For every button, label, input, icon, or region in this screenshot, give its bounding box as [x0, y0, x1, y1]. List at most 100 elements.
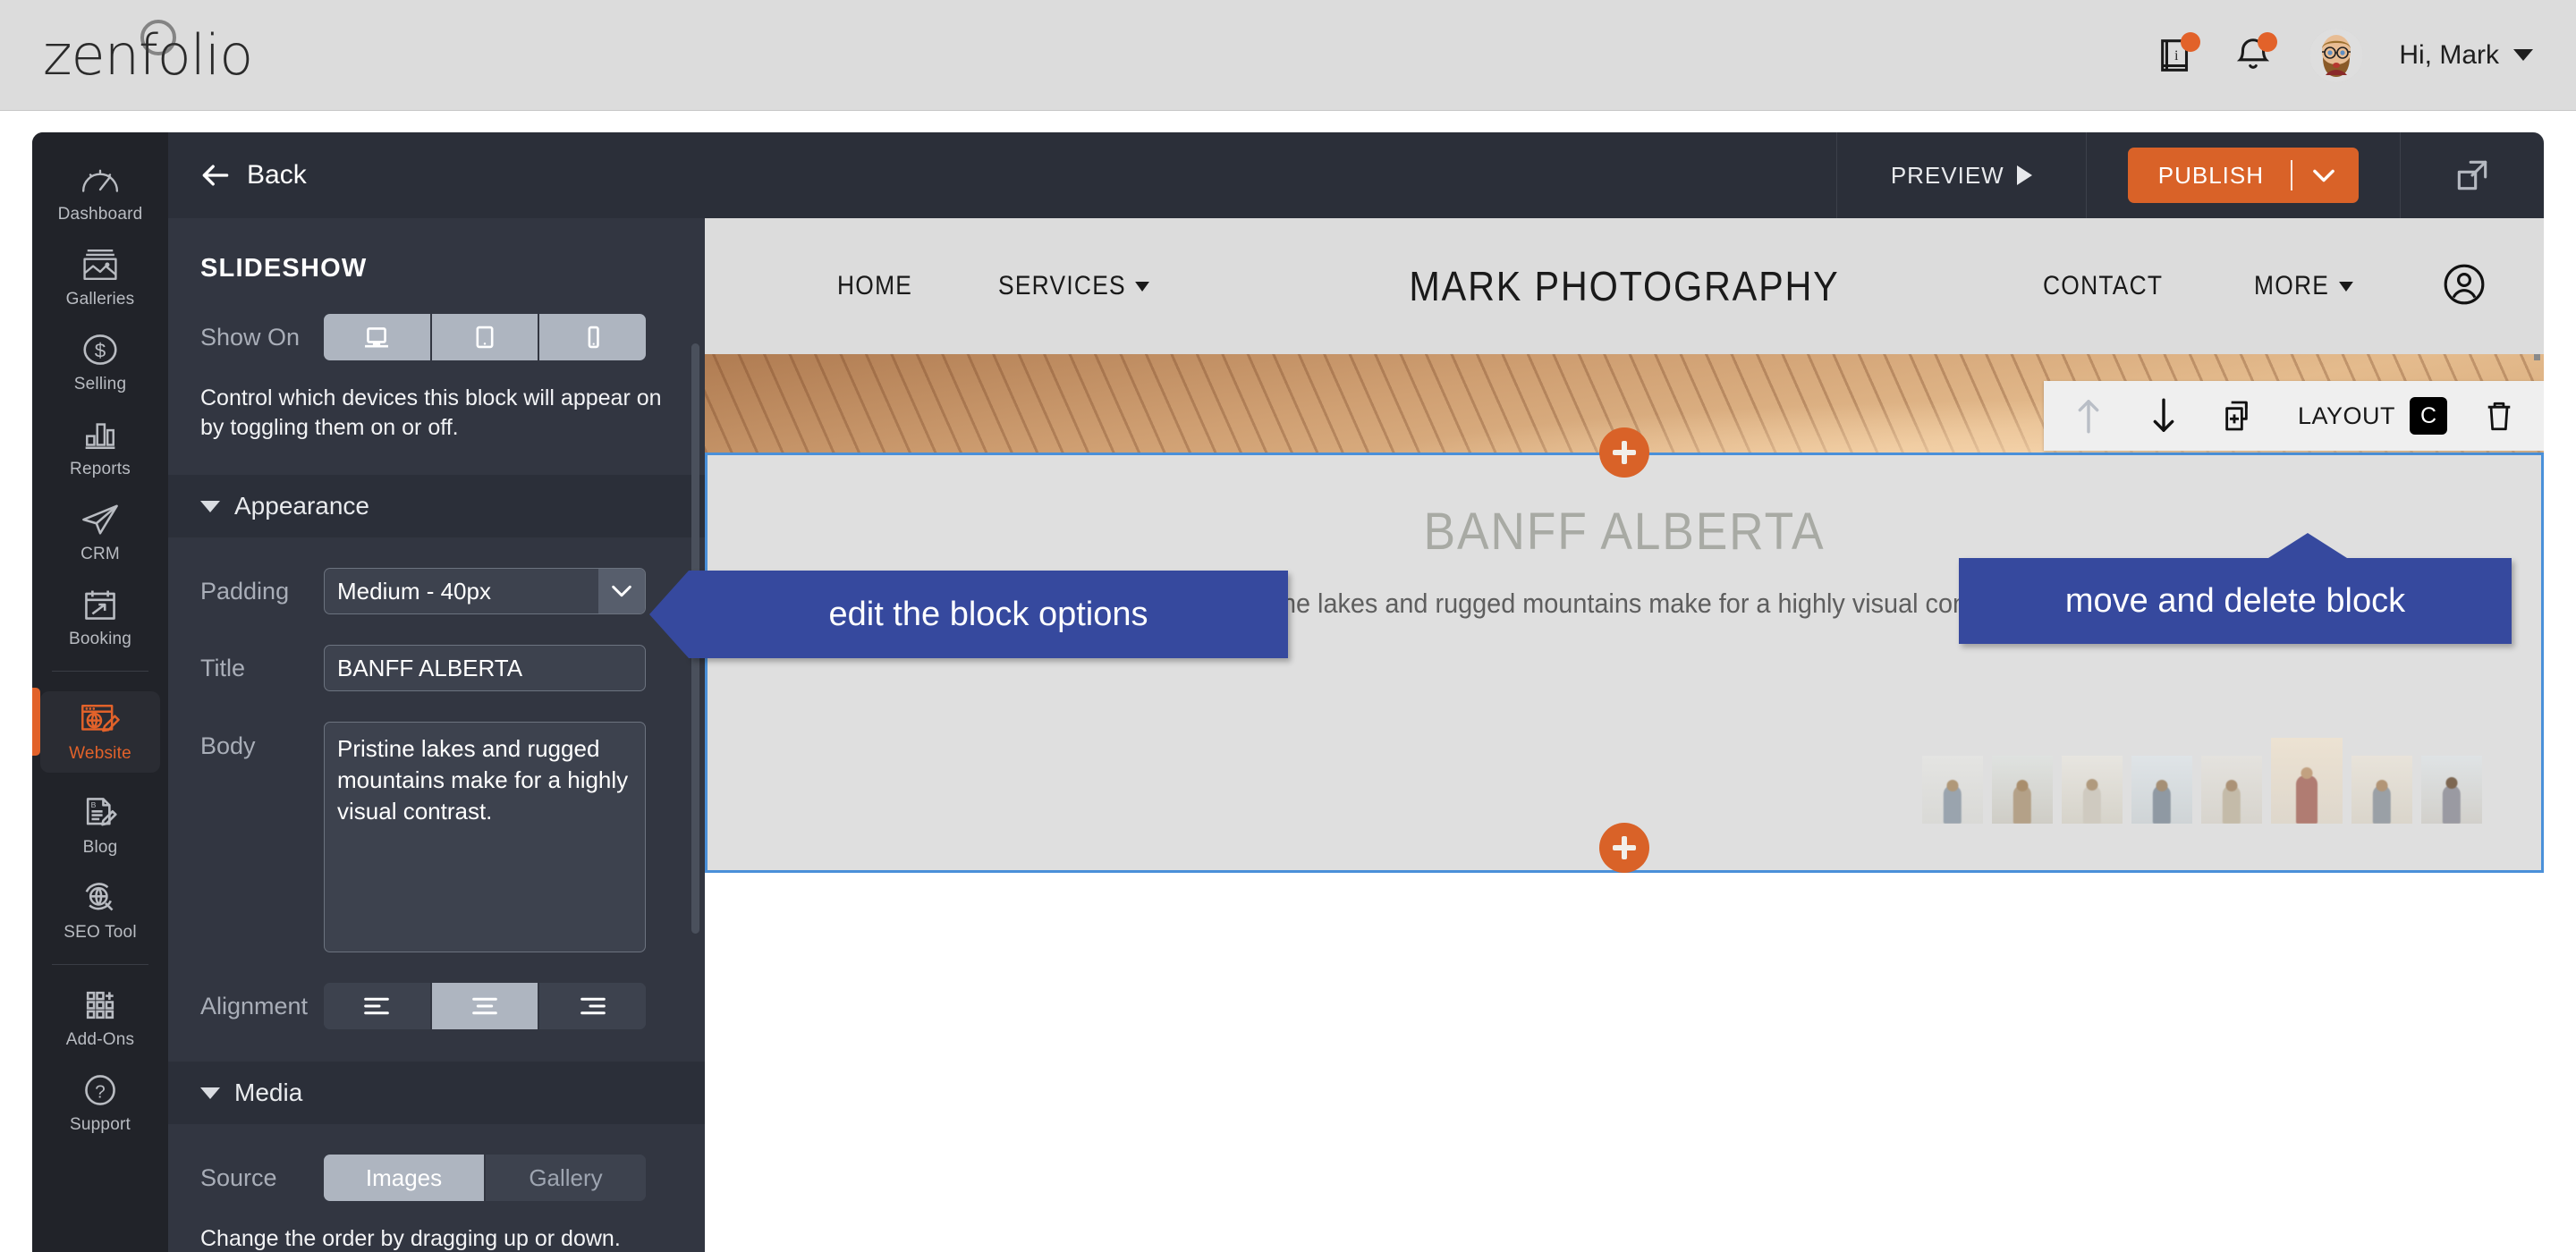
- section-media[interactable]: Media: [168, 1062, 705, 1124]
- thumb-head: [2016, 780, 2029, 792]
- site-preview: HOME SERVICES MARK PHOTOGRAPHY CONTACT M…: [705, 218, 2544, 1252]
- layout-button[interactable]: LAYOUT C: [2276, 397, 2462, 435]
- site-nav-more[interactable]: MORE: [2254, 271, 2353, 301]
- trash-icon: [2487, 402, 2511, 431]
- sidebar-item-add-ons[interactable]: Add-Ons: [32, 976, 168, 1061]
- move-block-down-button[interactable]: [2126, 381, 2201, 451]
- logo-ring-decoration: [140, 20, 176, 55]
- app-header: zenfolio i Hi, Mark: [0, 0, 2576, 111]
- section-appearance-label: Appearance: [234, 492, 370, 520]
- show-on-desktop-toggle[interactable]: [324, 314, 430, 360]
- source-images-button[interactable]: Images: [324, 1155, 484, 1201]
- source-gallery-button[interactable]: Gallery: [484, 1155, 646, 1201]
- caret-down-icon: [200, 500, 220, 512]
- section-media-label: Media: [234, 1079, 303, 1106]
- sidebar-item-galleries[interactable]: Galleries: [32, 235, 168, 320]
- site-nav-contact[interactable]: CONTACT: [2043, 271, 2163, 301]
- sidebar-item-dashboard[interactable]: Dashboard: [32, 150, 168, 235]
- publish-label: PUBLISH: [2157, 161, 2264, 189]
- thumbnail-item[interactable]: [1922, 756, 1983, 824]
- avatar[interactable]: [2309, 28, 2364, 82]
- greeting-label: Hi, Mark: [2399, 39, 2499, 70]
- show-on-tablet-toggle[interactable]: [429, 314, 538, 360]
- thumbnail-item[interactable]: [2351, 756, 2412, 824]
- title-input[interactable]: [324, 645, 646, 691]
- duplicate-block-button[interactable]: [2201, 381, 2276, 451]
- chevron-down-icon: [2313, 169, 2334, 182]
- account-menu[interactable]: Hi, Mark: [2399, 40, 2533, 71]
- site-account-button[interactable]: [2442, 262, 2487, 311]
- duplicate-icon: [2225, 401, 2248, 431]
- callout-move-delete-block: move and delete block: [1959, 533, 2512, 644]
- expand-button[interactable]: [2401, 132, 2544, 218]
- body-label: Body: [200, 732, 256, 759]
- sidebar-item-seo-tool[interactable]: SEO Tool: [32, 868, 168, 953]
- svg-text:i: i: [2174, 47, 2178, 63]
- add-block-above-button[interactable]: [1599, 427, 1649, 478]
- title-row: Title: [168, 645, 705, 691]
- thumbnail-item[interactable]: [2201, 756, 2262, 824]
- slideshow-thumbnail-strip: [1922, 738, 2482, 824]
- canvas-scrollbar[interactable]: [2534, 354, 2540, 360]
- thumb-person: [2082, 785, 2102, 824]
- site-nav-right: CONTACT MORE: [2043, 262, 2487, 311]
- padding-select[interactable]: Medium - 40px: [324, 568, 646, 614]
- slideshow-block[interactable]: BANFF ALBERTA Pristine lakes and rugged …: [705, 453, 2544, 873]
- seo-globe-search-icon: [32, 877, 168, 918]
- thumbnail-item[interactable]: [2421, 756, 2482, 824]
- gauge-icon: [32, 159, 168, 200]
- align-center-icon: [472, 997, 497, 1015]
- move-block-up-button[interactable]: [2051, 381, 2126, 451]
- thumb-head: [1946, 780, 1959, 792]
- align-right-button[interactable]: [538, 983, 646, 1029]
- sidebar-item-crm[interactable]: CRM: [32, 490, 168, 575]
- align-center-button[interactable]: [429, 983, 538, 1029]
- thumb-head: [2301, 766, 2313, 779]
- zenfolio-logo[interactable]: zenfolio: [43, 20, 253, 88]
- sidebar-item-label: CRM: [80, 545, 120, 563]
- user-circle-icon: [2444, 264, 2485, 304]
- section-appearance[interactable]: Appearance: [168, 475, 705, 537]
- thumbnail-item[interactable]: [2062, 756, 2123, 824]
- sidebar-item-website[interactable]: Website: [32, 682, 168, 783]
- publish-dropdown-button[interactable]: [2292, 168, 2359, 183]
- sidebar-item-booking[interactable]: Booking: [32, 575, 168, 660]
- alignment-toggle-group: [324, 983, 646, 1029]
- site-nav-home[interactable]: HOME: [837, 271, 912, 301]
- back-button[interactable]: Back: [168, 132, 705, 218]
- body-textarea[interactable]: [324, 722, 646, 952]
- chevron-down-icon: [612, 585, 631, 597]
- align-left-button[interactable]: [324, 983, 430, 1029]
- notifications-button[interactable]: [2233, 31, 2278, 76]
- delete-block-button[interactable]: [2462, 381, 2537, 451]
- site-nav-label: HOME: [837, 271, 913, 300]
- sidebar-item-label: Add-Ons: [65, 1030, 135, 1049]
- sidebar-item-support[interactable]: ? Support: [32, 1061, 168, 1146]
- guide-badge: [2181, 31, 2201, 52]
- chevron-down-icon: [1135, 281, 1149, 292]
- sidebar-item-label: SEO Tool: [64, 923, 137, 942]
- thumbnail-item[interactable]: [1992, 756, 2053, 824]
- svg-text:?: ?: [95, 1082, 106, 1103]
- sidebar-item-blog[interactable]: B Blog: [32, 783, 168, 868]
- source-toggle-group: Images Gallery: [324, 1155, 646, 1201]
- thumbnail-item[interactable]: [2131, 756, 2192, 824]
- add-block-below-button[interactable]: [1599, 823, 1649, 873]
- media-helper-text: Change the order by dragging up or down.…: [200, 1226, 621, 1251]
- preview-button[interactable]: PREVIEW: [1835, 132, 2086, 218]
- sidebar-item-label: Website: [69, 744, 131, 763]
- sidebar-item-selling[interactable]: $ Selling: [32, 320, 168, 405]
- source-label: Source: [200, 1163, 277, 1191]
- guide-button[interactable]: i: [2156, 31, 2201, 76]
- thumbnail-item[interactable]: [2271, 738, 2343, 824]
- calendar-icon: [32, 584, 168, 625]
- arrow-up-icon: [2078, 400, 2099, 434]
- callout-text: edit the block options: [828, 595, 1148, 633]
- padding-select-arrow[interactable]: [598, 569, 645, 613]
- thumb-head: [2156, 780, 2168, 792]
- sidebar-item-reports[interactable]: Reports: [32, 405, 168, 490]
- publish-button[interactable]: PUBLISH: [2127, 148, 2359, 203]
- show-on-mobile-toggle[interactable]: [538, 314, 646, 360]
- title-label: Title: [200, 654, 246, 681]
- site-nav-services[interactable]: SERVICES: [998, 271, 1149, 301]
